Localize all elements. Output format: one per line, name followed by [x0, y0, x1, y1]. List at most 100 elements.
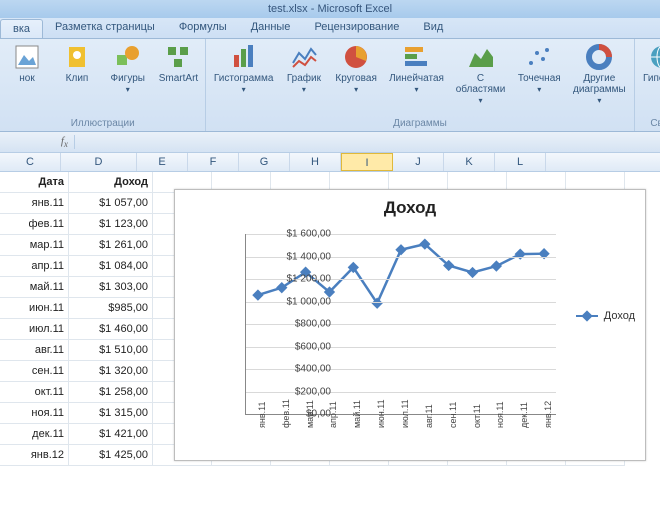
chart-title: Доход — [175, 198, 645, 218]
tab-0[interactable]: вка — [0, 19, 43, 38]
col-header-H[interactable]: H — [290, 153, 341, 171]
y-tick-label: $1 000,00 — [271, 296, 331, 307]
tab-1[interactable]: Разметка страницы — [43, 18, 167, 38]
ribbon-tabs: вкаРазметка страницыФормулыДанныеРецензи… — [0, 18, 660, 39]
cell[interactable]: $1 315,00 — [69, 403, 153, 424]
ribbon-hyperlink-button[interactable]: Гиперсс — [639, 41, 660, 86]
y-tick-label: $400,00 — [271, 364, 331, 375]
tab-3[interactable]: Данные — [239, 18, 303, 38]
y-tick-label: $1 200,00 — [271, 274, 331, 285]
ribbon-area-button[interactable]: Собластями ▾ — [452, 41, 510, 108]
cell[interactable]: дек.11 — [0, 424, 69, 445]
group-label: Связ — [639, 116, 660, 131]
chart-object[interactable]: Доход $0,00 $200,00 $400,00 $600,00 $800,00 $… — [174, 189, 646, 461]
cell[interactable]: окт.11 — [0, 382, 69, 403]
cell[interactable]: Доход — [69, 172, 153, 193]
hbar-icon — [403, 43, 431, 71]
cell[interactable]: $1 320,00 — [69, 361, 153, 382]
cell[interactable]: $1 421,00 — [69, 424, 153, 445]
ribbon-smartart-button[interactable]: SmartArt — [155, 41, 201, 86]
x-tick-label: авг.11 — [424, 408, 434, 428]
cell[interactable]: янв.12 — [0, 445, 69, 466]
cell[interactable]: сен.11 — [0, 361, 69, 382]
y-tick-label: $1 600,00 — [271, 229, 331, 240]
col-header-L[interactable]: L — [495, 153, 546, 171]
x-tick-label: дек.11 — [519, 408, 529, 428]
col-header-K[interactable]: K — [444, 153, 495, 171]
smartart-icon — [164, 43, 192, 71]
cell[interactable]: $1 261,00 — [69, 235, 153, 256]
col-header-F[interactable]: F — [188, 153, 239, 171]
cell[interactable]: $1 123,00 — [69, 214, 153, 235]
x-tick-label: мар.11 — [305, 408, 315, 428]
legend-marker-icon — [576, 315, 598, 317]
x-tick-label: янв.11 — [257, 408, 267, 428]
col-header-C[interactable]: C — [0, 153, 61, 171]
cell[interactable]: июн.11 — [0, 298, 69, 319]
formula-bar[interactable]: fx — [0, 132, 660, 153]
cell[interactable]: $1 510,00 — [69, 340, 153, 361]
area-icon — [467, 43, 495, 71]
clip-icon — [63, 43, 91, 71]
window-title: test.xlsx - Microsoft Excel — [0, 0, 660, 18]
tab-4[interactable]: Рецензирование — [302, 18, 411, 38]
fx-label: fx — [0, 135, 75, 149]
cell[interactable]: $1 425,00 — [69, 445, 153, 466]
worksheet[interactable]: CDEFGHIJKL ДатаДоходянв.11$1 057,00фев.1… — [0, 153, 660, 466]
column-headers: CDEFGHIJKL — [0, 153, 660, 172]
cell[interactable]: $1 303,00 — [69, 277, 153, 298]
cell[interactable]: $1 258,00 — [69, 382, 153, 403]
tab-5[interactable]: Вид — [411, 18, 455, 38]
cell[interactable]: ноя.11 — [0, 403, 69, 424]
ribbon-pie-button[interactable]: Круговая ▾ — [331, 41, 381, 97]
line-icon — [290, 43, 318, 71]
y-tick-label: $1 400,00 — [271, 251, 331, 262]
cell[interactable]: $985,00 — [69, 298, 153, 319]
cell[interactable]: $1 084,00 — [69, 256, 153, 277]
cell[interactable]: авг.11 — [0, 340, 69, 361]
col-header-E[interactable]: E — [137, 153, 188, 171]
cell[interactable]: $1 057,00 — [69, 193, 153, 214]
donut-icon — [585, 43, 613, 71]
x-tick-label: апр.11 — [328, 408, 338, 428]
hyperlink-icon — [648, 43, 660, 71]
cell[interactable]: $1 460,00 — [69, 319, 153, 340]
cell[interactable]: май.11 — [0, 277, 69, 298]
cell[interactable]: апр.11 — [0, 256, 69, 277]
ribbon-clip-button[interactable]: Клип — [54, 41, 100, 86]
x-tick-label: сен.11 — [448, 408, 458, 428]
ribbon-donut-button[interactable]: Другиедиаграммы ▾ — [569, 41, 629, 108]
ribbon-hbar-button[interactable]: Линейчатая ▾ — [385, 41, 447, 97]
cell[interactable]: фев.11 — [0, 214, 69, 235]
x-tick-label: янв.12 — [543, 408, 553, 428]
y-tick-label: $800,00 — [271, 319, 331, 330]
cell[interactable]: июл.11 — [0, 319, 69, 340]
bar-icon — [230, 43, 258, 71]
pie-icon — [342, 43, 370, 71]
x-tick-label: июн.11 — [376, 408, 386, 428]
picture-icon — [13, 43, 41, 71]
y-tick-label: $600,00 — [271, 341, 331, 352]
col-header-G[interactable]: G — [239, 153, 290, 171]
ribbon-scatter-button[interactable]: Точечная ▾ — [513, 41, 565, 97]
ribbon-picture-button[interactable]: нок — [4, 41, 50, 86]
x-tick-label: фев.11 — [281, 408, 291, 428]
x-tick-label: июл.11 — [400, 408, 410, 428]
y-tick-label: $200,00 — [271, 386, 331, 397]
group-label: Диаграммы — [210, 116, 629, 131]
cell[interactable]: Дата — [0, 172, 69, 193]
ribbon-line-button[interactable]: График ▾ — [281, 41, 327, 97]
shapes-icon — [114, 43, 142, 71]
ribbon-bar-button[interactable]: Гистограмма ▾ — [210, 41, 276, 97]
x-tick-label: ноя.11 — [495, 408, 505, 428]
ribbon-shapes-button[interactable]: Фигуры ▾ — [104, 41, 151, 97]
col-header-D[interactable]: D — [61, 153, 137, 171]
cell[interactable]: янв.11 — [0, 193, 69, 214]
x-tick-label: окт.11 — [472, 408, 482, 428]
y-tick-label: $0,00 — [271, 409, 331, 420]
tab-2[interactable]: Формулы — [167, 18, 239, 38]
col-header-I[interactable]: I — [341, 153, 393, 171]
group-label: Иллюстрации — [4, 116, 201, 131]
cell[interactable]: мар.11 — [0, 235, 69, 256]
col-header-J[interactable]: J — [393, 153, 444, 171]
